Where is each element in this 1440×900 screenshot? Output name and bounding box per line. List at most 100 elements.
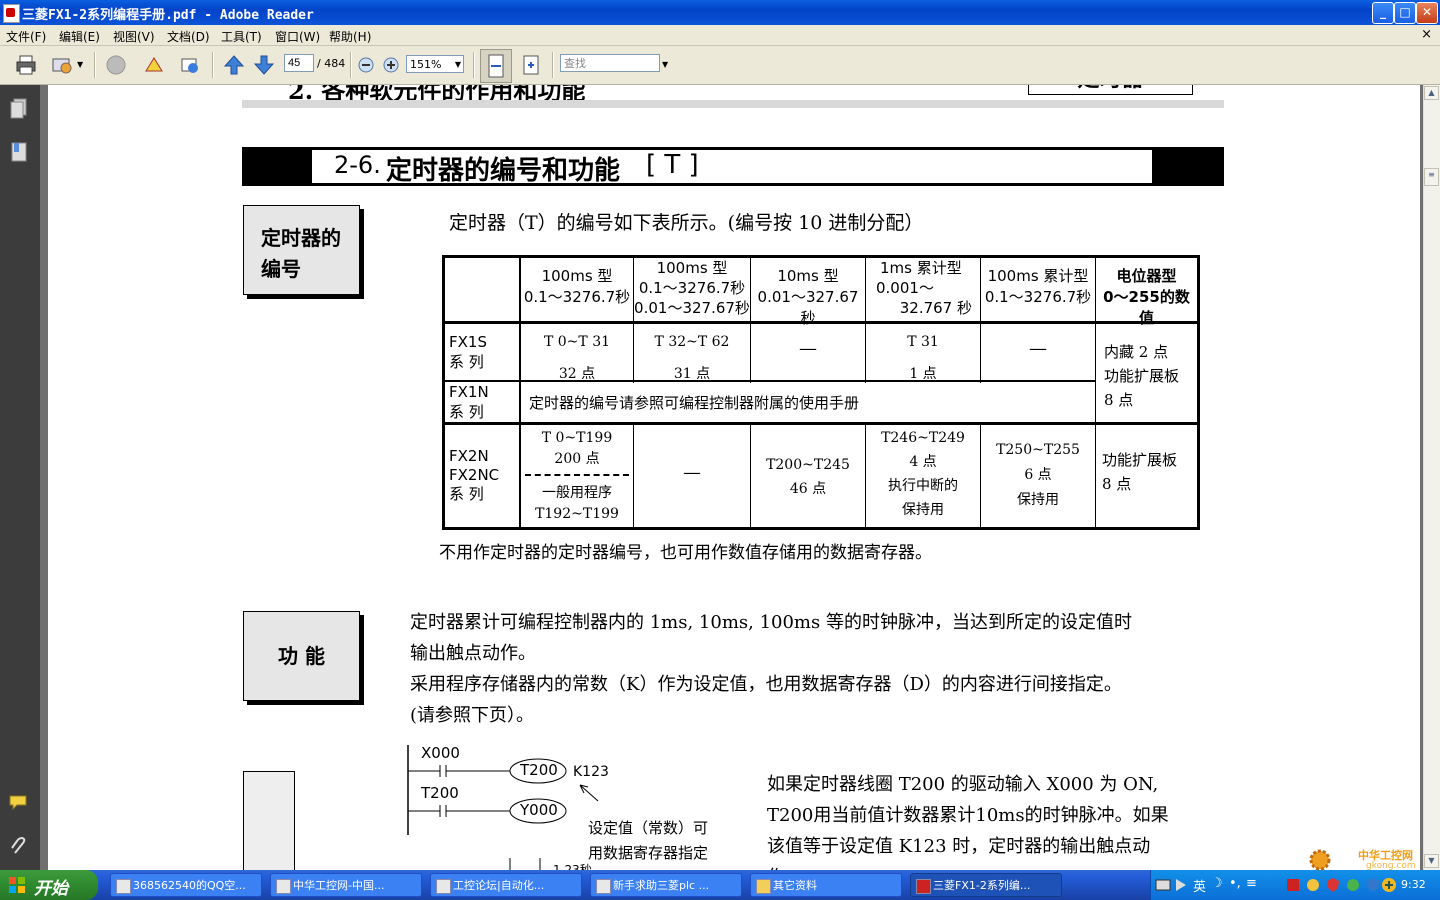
task-adobe-reader[interactable]: 三菱FX1-2系列编...: [910, 873, 1062, 897]
language-indicator[interactable]: 英: [1193, 876, 1206, 895]
function-label-box: 功 能: [243, 611, 360, 701]
network-icon[interactable]: [1345, 877, 1361, 893]
task-gkong-forum[interactable]: 工控论坛|自动化...: [430, 873, 582, 897]
comments-icon[interactable]: [8, 791, 30, 815]
qq-tray-icon[interactable]: [1305, 877, 1321, 893]
header-100ms-retentive: 100ms 累计型 0.1～3276.7秒: [984, 267, 1092, 306]
chevron-down-icon[interactable]: ▼: [662, 60, 668, 69]
fx1s-10ms: —: [799, 338, 817, 359]
page-number-input[interactable]: [284, 54, 314, 72]
security-shield-icon[interactable]: [1325, 877, 1341, 893]
fx2n-100ms-top: T 0~T199 200 点: [541, 430, 613, 467]
fit-page-icon[interactable]: [519, 53, 543, 77]
clock: 9:32: [1401, 878, 1426, 891]
header-rule: [242, 100, 1224, 108]
zoom-in-icon[interactable]: [382, 56, 400, 74]
start-button[interactable]: 开始: [0, 870, 98, 900]
title-bar: 三菱FX1-2系列编程手册.pdf - Adobe Reader _ □ ✕: [0, 0, 1440, 25]
fx1s-1ms: T 31 1 点: [907, 334, 939, 382]
numbering-label-line1: 定时器的: [261, 226, 341, 250]
menu-tools[interactable]: 工具(T): [221, 28, 262, 45]
print-icon[interactable]: [14, 53, 38, 77]
vertical-scrollbar[interactable]: [1423, 85, 1440, 870]
menu-view[interactable]: 视图(V): [113, 28, 155, 45]
header-100ms: 100ms 型 0.1～3276.7秒: [523, 267, 631, 306]
previous-page-icon[interactable]: [222, 53, 246, 77]
ie-icon: [436, 879, 451, 894]
fx2n-potentiometer: 功能扩展板 8 点: [1102, 451, 1178, 493]
pages-icon[interactable]: [8, 97, 30, 121]
ladder-annotation: 设定值（常数）可 用数据寄存器指定: [588, 819, 709, 862]
scroll-up-button[interactable]: ▲: [1424, 86, 1439, 100]
next-page-icon[interactable]: [252, 53, 276, 77]
soft-keyboard-icon[interactable]: ≡: [1246, 876, 1257, 891]
windows-logo-icon: [9, 877, 25, 893]
total-pages: / 484: [317, 57, 346, 70]
highlight-icon[interactable]: [142, 53, 166, 77]
numbering-label-box: 定时器的 编号: [243, 205, 360, 295]
input-method-icon[interactable]: [1173, 877, 1189, 893]
adobe-tray-icon[interactable]: [1285, 877, 1301, 893]
bookmarks-icon[interactable]: [8, 140, 30, 164]
navigation-panel: [0, 85, 40, 870]
header-10ms: 10ms 型 0.01～327.67秒: [757, 267, 859, 327]
snapshot-icon[interactable]: [178, 53, 202, 77]
scroll-down-button[interactable]: ▼: [1424, 854, 1439, 868]
task-other-files[interactable]: 其它资料: [750, 873, 902, 897]
maximize-button[interactable]: □: [1394, 2, 1416, 24]
minimize-button[interactable]: _: [1372, 2, 1394, 24]
pdf-page: 2. 各种软元件的作用和功能 定时器 2-6. 定时器的编号和功能 [ T ] …: [48, 85, 1420, 870]
close-document-button[interactable]: ×: [1421, 27, 1432, 42]
task-gkong-china[interactable]: 中华工控网-中国...: [270, 873, 422, 897]
row-label-fx2n: FX2N FX2NC 系 列: [449, 447, 500, 503]
moon-icon[interactable]: ☽: [1211, 876, 1223, 891]
fx2n-100ms-2: —: [683, 462, 701, 483]
zoom-select[interactable]: 151% ▼: [406, 55, 464, 73]
example-text: 如果定时器线圈 T200 的驱动输入 X000 为 ON, T200用当前值计数…: [767, 774, 1169, 870]
folder-icon: [756, 879, 771, 894]
menu-window[interactable]: 窗口(W): [275, 28, 320, 45]
task-help-plc[interactable]: 新手求助三菱plc ...: [590, 873, 742, 897]
ie-icon: [276, 879, 291, 894]
search-input[interactable]: 查找: [560, 54, 660, 72]
menu-help[interactable]: 帮助(H): [329, 28, 371, 45]
header-100ms-2: 100ms 型 0.1～3276.7秒 0.01～327.67秒: [634, 259, 750, 317]
header-potentiometer: 电位器型 0～255的数值: [1103, 267, 1190, 327]
ladder-t200-contact: T200: [421, 784, 459, 802]
menu-document[interactable]: 文档(D): [167, 28, 210, 45]
fit-width-button[interactable]: [480, 49, 512, 83]
fx2n-100ms-bottom: 一般用程序 T192~T199: [535, 485, 619, 522]
task-qq-zone[interactable]: 368562540的QQ空...: [110, 873, 262, 897]
intro-text: 定时器（T）的编号如下表所示。(编号按 10 进制分配）: [449, 212, 924, 234]
add-icon[interactable]: [1381, 877, 1397, 893]
numbering-label-line2: 编号: [261, 257, 301, 281]
hand-tool-icon[interactable]: [104, 53, 128, 77]
toolbar: ▼ / 484 151% ▼ 查找 ▼: [0, 46, 1440, 85]
ladder-partial: 1.23秒: [553, 863, 592, 870]
punctuation-icon[interactable]: •,: [1229, 876, 1241, 891]
ie-icon: [596, 879, 611, 894]
header-1ms-retentive: 1ms 累计型 0.001～ 32.767 秒: [876, 259, 972, 317]
ladder-y000-coil: Y000: [520, 801, 558, 819]
keyboard-icon[interactable]: [1155, 877, 1171, 893]
email-icon[interactable]: [50, 53, 74, 77]
menu-edit[interactable]: 编辑(E): [59, 28, 100, 45]
chevron-down-icon[interactable]: ▼: [77, 60, 83, 69]
close-button[interactable]: ✕: [1416, 2, 1438, 24]
ladder-k123: K123: [573, 764, 609, 780]
gkong-watermark: 中华工控网 gkong.com: [1306, 848, 1426, 872]
section-number: 2-6.: [334, 151, 381, 179]
scroll-thumb[interactable]: ≡: [1424, 168, 1439, 186]
ie-icon: [116, 879, 131, 894]
update-shield-icon[interactable]: [1365, 877, 1381, 893]
chevron-down-icon: ▼: [454, 60, 461, 69]
section-title: 定时器的编号和功能: [386, 156, 621, 186]
table-note: 不用作定时器的定时器编号，也可用作数值存储用的数据寄存器。: [439, 543, 932, 563]
pdf-icon: [3, 4, 20, 23]
menu-file[interactable]: 文件(F): [6, 28, 46, 45]
timer-table: 100ms 型 0.1～3276.7秒 100ms 型 0.1～3276.7秒 0.0…: [442, 255, 1200, 530]
attachments-icon[interactable]: [8, 835, 30, 859]
section-title-bar: 2-6. 定时器的编号和功能 [ T ]: [242, 147, 1224, 186]
zoom-out-icon[interactable]: [357, 56, 375, 74]
section-tag: [ T ]: [646, 150, 699, 180]
